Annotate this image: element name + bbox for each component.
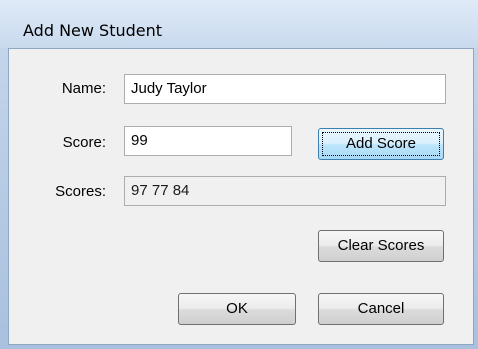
score-field[interactable]: 99: [124, 126, 292, 156]
cancel-button[interactable]: Cancel: [318, 293, 444, 325]
name-field[interactable]: Judy Taylor: [124, 74, 446, 104]
title-bar[interactable]: Add New Student: [0, 0, 478, 48]
score-label: Score:: [62, 134, 106, 151]
ok-button[interactable]: OK: [178, 293, 296, 325]
scores-display: 97 77 84: [124, 176, 446, 206]
scores-label: Scores:: [55, 183, 106, 200]
add-score-button-label: Add Score: [322, 132, 440, 156]
dialog-window: Add New Student Name: Judy Taylor Score:…: [0, 0, 478, 349]
clear-scores-button[interactable]: Clear Scores: [318, 230, 444, 262]
window-title: Add New Student: [23, 21, 163, 40]
add-score-button[interactable]: Add Score: [318, 128, 444, 160]
name-label: Name:: [61, 80, 106, 97]
